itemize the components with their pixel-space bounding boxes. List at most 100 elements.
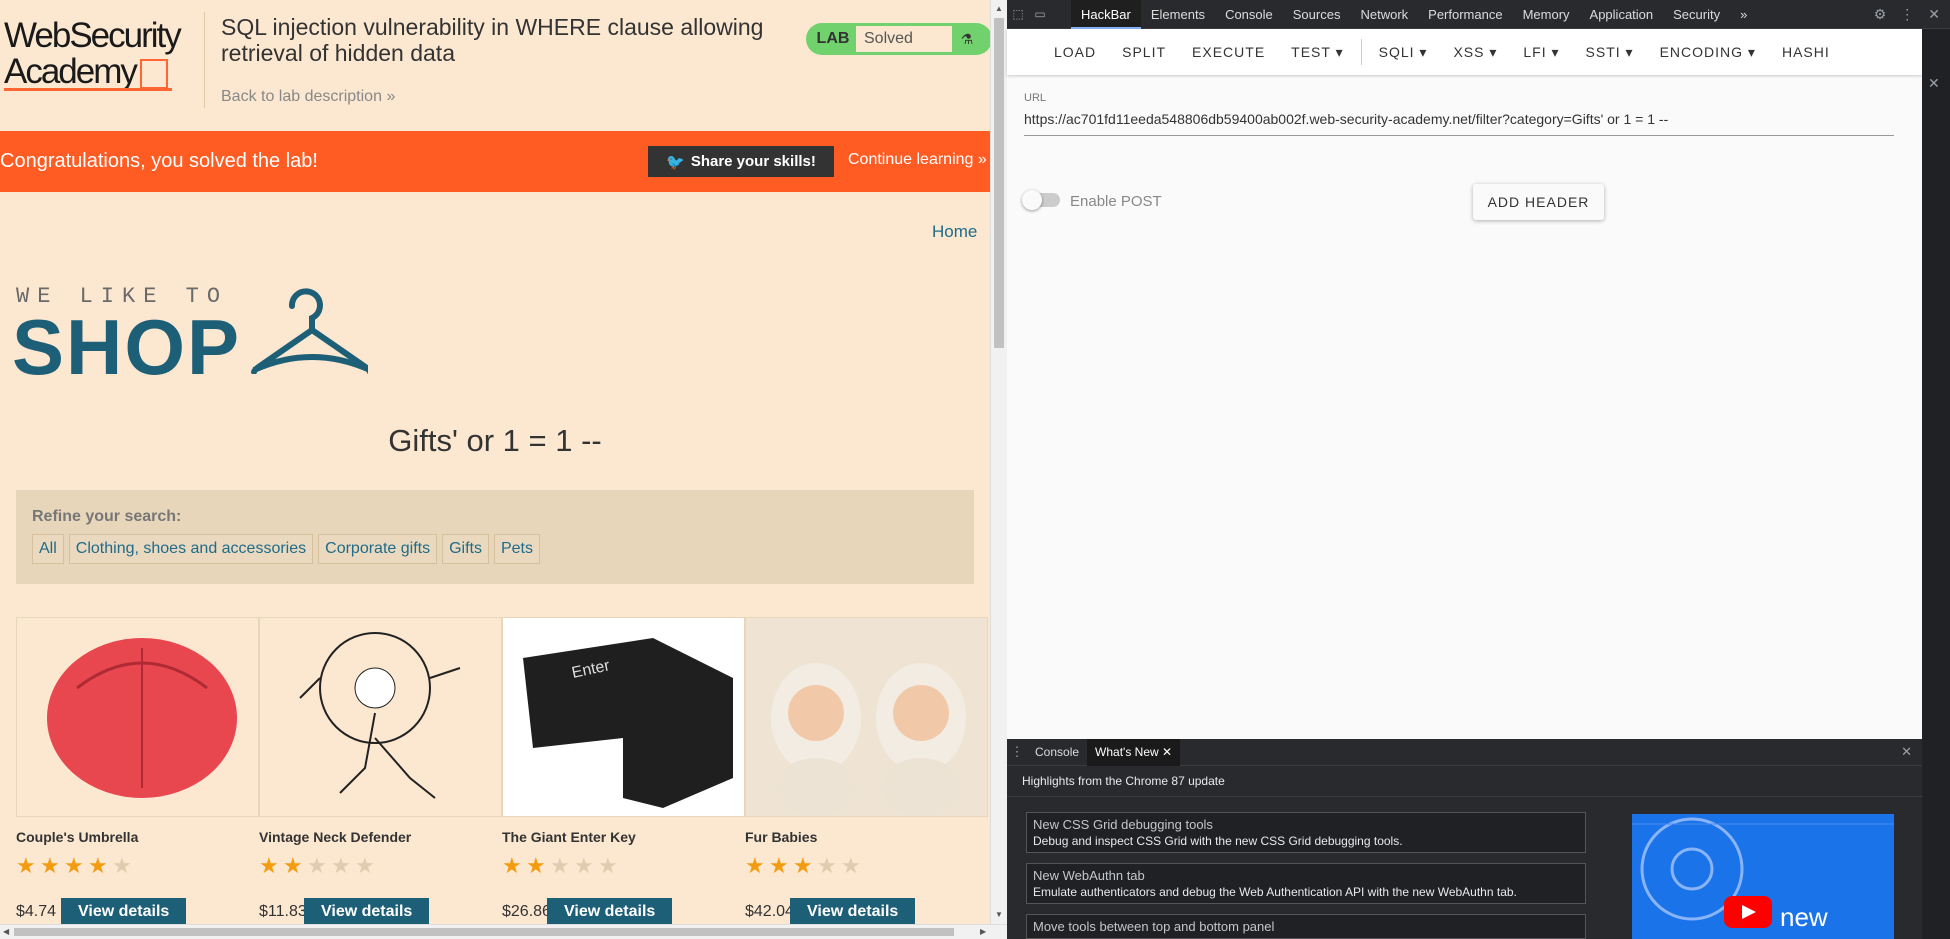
tab-memory[interactable]: Memory <box>1513 0 1580 29</box>
xss-menu[interactable]: XSS ▾ <box>1440 44 1510 61</box>
url-input[interactable]: https://ac701fd11eeda548806db59400ab002f… <box>1024 111 1894 136</box>
tab-hackbar[interactable]: HackBar <box>1071 0 1141 29</box>
device-toolbar-icon[interactable]: ▭ <box>1029 7 1051 21</box>
scroll-up-icon[interactable]: ▲ <box>995 4 1003 13</box>
star-empty-icon: ★ <box>841 853 861 878</box>
product-rating: ★ ★ ★ ★ ★ <box>502 855 745 877</box>
bolt-icon <box>139 58 168 89</box>
star-filled-icon: ★ <box>769 853 789 878</box>
view-details-button[interactable]: View details <box>61 898 187 924</box>
split-button[interactable]: SPLIT <box>1109 44 1179 60</box>
close-icon[interactable]: ✕ <box>1928 6 1940 23</box>
product-price: $4.74 <box>16 903 57 920</box>
refine-label: Refine your search: <box>32 508 182 525</box>
whats-new-headline: Highlights from the Chrome 87 update <box>1007 766 1922 797</box>
load-button[interactable]: LOAD <box>1041 44 1109 60</box>
kebab-menu-icon[interactable]: ⋮ <box>1900 6 1914 23</box>
home-link[interactable]: Home <box>932 222 977 242</box>
more-tabs-icon[interactable]: » <box>1730 0 1757 29</box>
sqli-menu[interactable]: SQLI ▾ <box>1366 44 1441 61</box>
product-rating: ★ ★ ★ ★ ★ <box>745 855 988 877</box>
drawer-tab-whats-new[interactable]: What's New ✕ <box>1087 738 1181 766</box>
product-rating: ★ ★ ★ ★ ★ <box>259 855 502 877</box>
inspect-element-icon[interactable]: ⬚ <box>1007 7 1029 21</box>
product-image-enter-key: Enter <box>502 617 745 817</box>
hackbar-panel: LOAD SPLIT EXECUTE TEST ▾ SQLI ▾ XSS ▾ L… <box>1007 29 1922 739</box>
gear-icon[interactable]: ⚙ <box>1874 6 1887 23</box>
whats-new-item[interactable]: New CSS Grid debugging tools Debug and i… <box>1026 812 1586 853</box>
product-name: The Giant Enter Key <box>502 829 636 845</box>
shop-heading: SHOP <box>12 303 242 391</box>
twitter-icon: 🐦 <box>666 153 685 171</box>
filter-all[interactable]: All <box>32 534 64 564</box>
close-drawer-icon[interactable]: ✕ <box>1901 744 1912 760</box>
scroll-left-icon[interactable]: ◀ <box>3 927 9 936</box>
ssti-menu[interactable]: SSTI ▾ <box>1573 44 1647 61</box>
back-to-lab-description-link[interactable]: Back to lab description » <box>221 88 395 106</box>
devtools-panel: ⬚ ▭ HackBar Elements Console Sources Net… <box>1007 0 1950 939</box>
logo-line2: Academy <box>4 52 138 91</box>
whats-new-item[interactable]: Move tools between top and bottom panel <box>1026 914 1586 939</box>
continue-learning-link[interactable]: Continue learning » <box>848 151 987 169</box>
product-card: Couple's Umbrella ★ ★ ★ ★ ★ $4.74 View detai… <box>16 617 259 924</box>
scrollbar-thumb[interactable] <box>14 928 954 936</box>
add-header-button[interactable]: ADD HEADER <box>1473 184 1604 220</box>
whats-new-video[interactable]: new <box>1632 814 1894 939</box>
product-card: Fur Babies ★ ★ ★ ★ ★ $42.04 View details <box>745 617 988 924</box>
menu-divider <box>1360 39 1362 65</box>
product-rating: ★ ★ ★ ★ ★ <box>16 855 259 877</box>
filter-pets[interactable]: Pets <box>493 534 540 564</box>
page-vertical-scrollbar[interactable]: ▲ ▼ <box>990 0 1007 924</box>
test-menu[interactable]: TEST ▾ <box>1278 44 1356 61</box>
star-empty-icon: ★ <box>817 853 837 878</box>
video-caption: new <box>1780 902 1828 932</box>
close-icon[interactable]: ✕ <box>1162 745 1172 759</box>
scrollbar-thumb[interactable] <box>994 18 1004 348</box>
chevron-double-right-icon: » <box>977 151 987 168</box>
star-filled-icon: ★ <box>64 853 84 878</box>
page-horizontal-scrollbar[interactable]: ◀ ▶ <box>0 924 1007 939</box>
enable-post-toggle[interactable] <box>1022 190 1060 210</box>
url-label: URL <box>1024 92 1047 104</box>
star-empty-icon: ★ <box>598 853 618 878</box>
execute-button[interactable]: EXECUTE <box>1179 44 1278 60</box>
star-empty-icon: ★ <box>307 853 327 878</box>
solved-banner: Congratulations, you solved the lab! 🐦 Sh… <box>0 131 990 192</box>
filter-corporate-gifts[interactable]: Corporate gifts <box>318 534 438 564</box>
view-details-button[interactable]: View details <box>547 898 673 924</box>
filter-clothing[interactable]: Clothing, shoes and accessories <box>68 534 314 564</box>
encoding-menu[interactable]: ENCODING ▾ <box>1647 44 1769 61</box>
tab-application[interactable]: Application <box>1580 0 1664 29</box>
youtube-play-icon[interactable] <box>1724 896 1772 928</box>
whats-new-item[interactable]: New WebAuthn tab Emulate authenticators … <box>1026 863 1586 904</box>
view-details-button[interactable]: View details <box>790 898 916 924</box>
hashing-menu[interactable]: HASHI <box>1769 44 1843 60</box>
tab-console[interactable]: Console <box>1215 0 1283 29</box>
lab-status-badge: LAB Solved ⚗ <box>806 23 990 55</box>
drawer-tab-console[interactable]: Console <box>1027 739 1087 766</box>
item-title: New CSS Grid debugging tools <box>1033 817 1213 832</box>
web-page: WebSecurity Academy SQL injection vulner… <box>0 0 990 924</box>
lfi-menu[interactable]: LFI ▾ <box>1510 44 1572 61</box>
view-details-button[interactable]: View details <box>304 898 430 924</box>
filter-gifts[interactable]: Gifts <box>442 534 489 564</box>
star-empty-icon: ★ <box>550 853 570 878</box>
drawer-menu-icon[interactable]: ⋮ <box>1007 744 1027 760</box>
scroll-down-icon[interactable]: ▼ <box>995 910 1003 919</box>
web-security-academy-logo[interactable]: WebSecurity Academy <box>4 18 204 98</box>
refine-search-panel: Refine your search: All Clothing, shoes … <box>16 490 974 584</box>
share-skills-button[interactable]: 🐦 Share your skills! <box>648 146 834 177</box>
product-card: Enter The Giant Enter Key ★ ★ ★ ★ ★ $26.86 V… <box>502 617 745 924</box>
product-name: Fur Babies <box>745 829 818 845</box>
tab-performance[interactable]: Performance <box>1418 0 1512 29</box>
category-title: Gifts' or 1 = 1 -- <box>388 423 602 458</box>
tab-sources[interactable]: Sources <box>1283 0 1351 29</box>
close-icon[interactable]: ✕ <box>1928 75 1940 92</box>
scroll-right-icon[interactable]: ▶ <box>980 927 986 936</box>
tab-network[interactable]: Network <box>1350 0 1418 29</box>
tab-security[interactable]: Security <box>1663 0 1730 29</box>
logo-underline <box>4 88 172 91</box>
tab-elements[interactable]: Elements <box>1141 0 1215 29</box>
hanger-icon <box>251 288 368 374</box>
product-name: Couple's Umbrella <box>16 829 139 845</box>
